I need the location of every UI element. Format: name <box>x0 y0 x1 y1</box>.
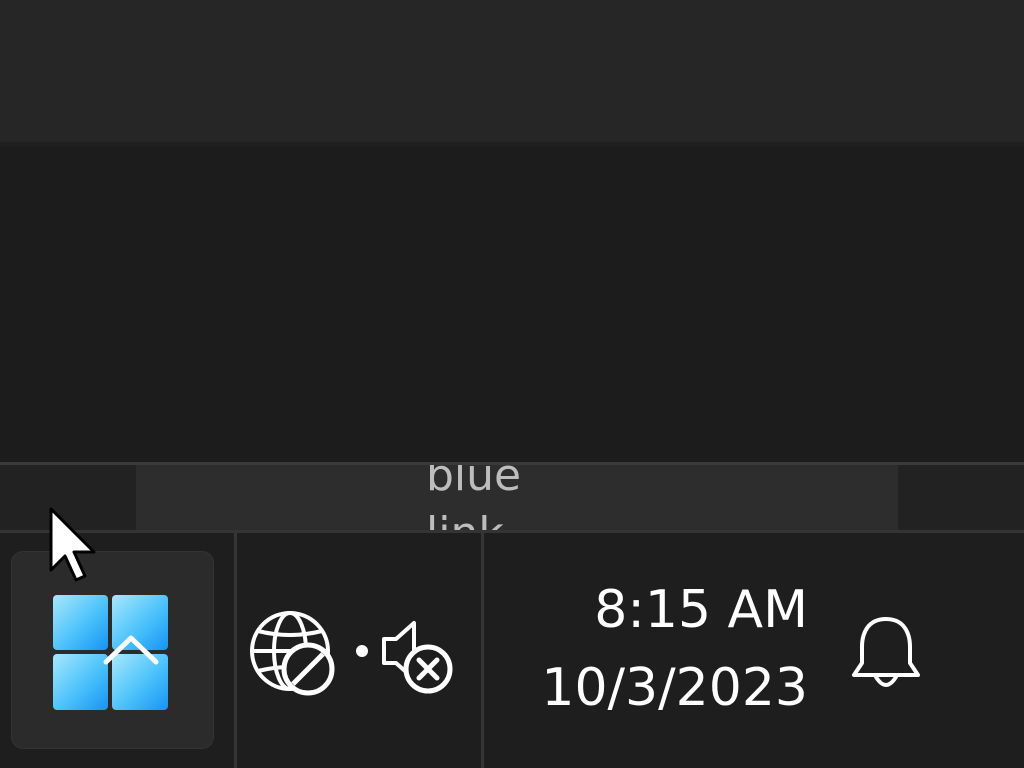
windows-logo-icon <box>53 595 168 710</box>
bell-icon <box>852 617 920 687</box>
start-button[interactable] <box>11 551 214 749</box>
partially-hidden-card: blue link <box>136 465 898 530</box>
partially-hidden-link-text[interactable]: blue link <box>426 465 626 530</box>
window-titlebar-area <box>0 0 1024 142</box>
clock-time: 8:15 AM <box>594 580 808 640</box>
taskbar-divider <box>234 533 237 768</box>
tray-icons <box>250 611 453 696</box>
system-tray-group[interactable] <box>246 603 458 699</box>
volume-muted-icon <box>382 621 453 694</box>
taskbar-divider <box>481 533 484 768</box>
clock-date-button[interactable]: 8:15 AM 10/3/2023 <box>500 571 810 731</box>
clock-date: 10/3/2023 <box>541 658 808 718</box>
notifications-button[interactable] <box>848 613 924 693</box>
taskbar: 8:15 AM 10/3/2023 <box>0 530 1024 768</box>
window-content-area <box>0 146 1024 462</box>
separator-dot <box>356 645 368 657</box>
partially-hidden-window-strip: blue link <box>0 462 1024 530</box>
globe-no-internet-icon <box>250 611 335 696</box>
desktop-screen: blue link <box>0 0 1024 768</box>
mouse-pointer-icon <box>48 506 100 584</box>
